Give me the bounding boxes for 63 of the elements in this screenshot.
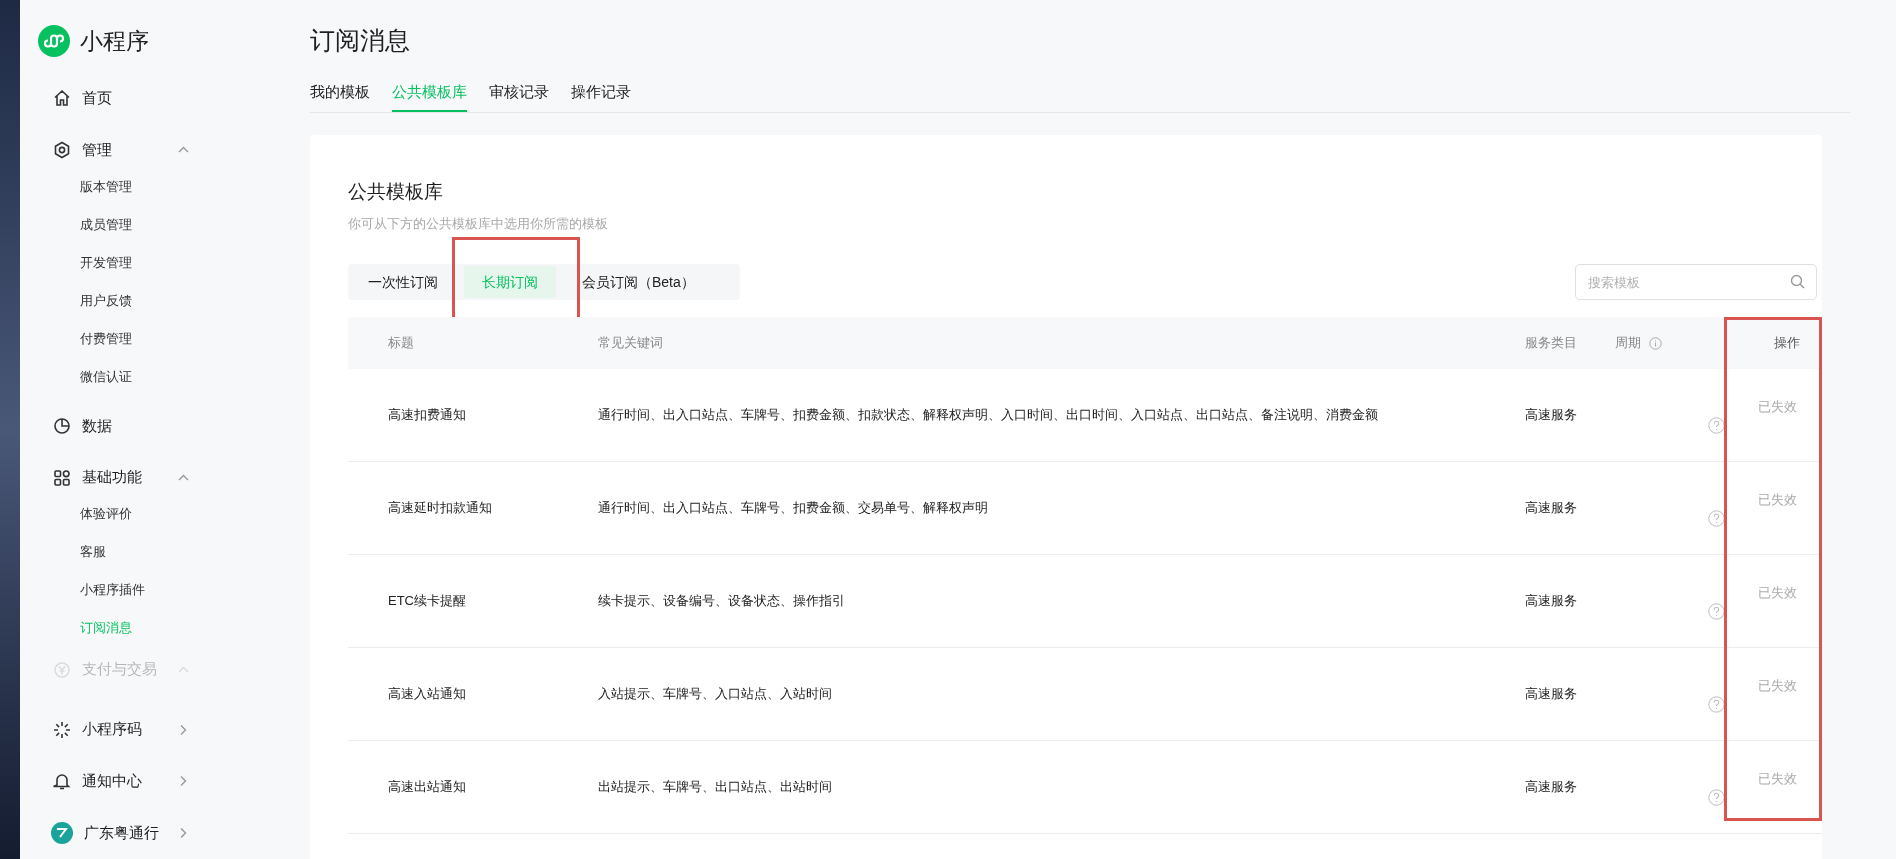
app-title: 小程序 xyxy=(80,27,149,56)
column-header: 服务类目 xyxy=(1525,335,1577,351)
sidebar-item[interactable]: 通知中心 xyxy=(20,755,290,808)
sidebar-subitem[interactable]: 付费管理 xyxy=(20,319,132,358)
table-cell: 续卡提示、设备编号、设备状态、操作指引 xyxy=(598,593,845,609)
table-cell: 入站提示、车牌号、入口站点、入站时间 xyxy=(598,686,832,702)
status-text: 已失效 xyxy=(1758,771,1797,787)
avatar-icon xyxy=(51,822,73,845)
help-icon[interactable] xyxy=(1708,416,1725,434)
table-cell: 高速扣费通知 xyxy=(388,407,466,423)
table-cell: ETC续卡提醒 xyxy=(388,593,466,609)
section-title: 公共模板库 xyxy=(348,179,443,204)
status-text: 已失效 xyxy=(1758,492,1797,508)
status-text: 已失效 xyxy=(1758,399,1797,415)
table-cell: 高速延时扣款通知 xyxy=(388,500,492,516)
sidebar-subitem[interactable]: 客服 xyxy=(20,533,106,572)
column-header: 操作 xyxy=(1774,335,1800,351)
table-cell: 高速服务 xyxy=(1525,779,1577,795)
sidebar-item[interactable]: 小程序码 xyxy=(20,703,290,756)
table-cell: 高速服务 xyxy=(1525,407,1577,423)
table-cell: 出站提示、车牌号、出口站点、出站时间 xyxy=(598,779,832,795)
segment-tab[interactable]: 会员订阅（Beta） xyxy=(564,266,713,298)
table-cell: 高速服务 xyxy=(1525,593,1577,609)
sparkle-icon xyxy=(53,720,71,739)
grid-icon xyxy=(53,468,71,487)
sidebar-item[interactable]: 首页 xyxy=(20,72,290,125)
coin-icon xyxy=(53,660,71,679)
page-title: 订阅消息 xyxy=(310,25,410,56)
help-icon[interactable] xyxy=(1708,695,1725,713)
help-icon[interactable] xyxy=(1708,509,1725,527)
column-header: 标题 xyxy=(388,335,414,351)
table-cell: 通行时间、出入口站点、车牌号、扣费金额、交易单号、解释权声明 xyxy=(598,500,988,516)
sidebar-subitem[interactable]: 小程序插件 xyxy=(20,571,145,610)
section-description: 你可从下方的公共模板库中选用你所需的模板 xyxy=(348,214,608,233)
bell-icon xyxy=(53,772,71,791)
tab[interactable]: 操作记录 xyxy=(571,81,631,112)
search-field[interactable]: 搜索模板 xyxy=(1575,264,1817,300)
table-cell: 高速服务 xyxy=(1525,686,1577,702)
sidebar-subitem[interactable]: 微信认证 xyxy=(20,357,132,396)
help-icon[interactable] xyxy=(1708,602,1725,620)
home-icon xyxy=(53,89,71,108)
column-header: 周期 xyxy=(1615,334,1641,353)
tab[interactable]: 审核记录 xyxy=(489,81,549,112)
status-text: 已失效 xyxy=(1758,678,1797,694)
sidebar-item[interactable]: 数据 xyxy=(20,399,290,452)
table-cell: 高速入站通知 xyxy=(388,686,466,702)
pie-chart-icon xyxy=(53,416,71,435)
sidebar-item[interactable]: 广东粤通行 xyxy=(20,807,290,859)
tab[interactable]: 我的模板 xyxy=(310,81,370,112)
help-icon[interactable] xyxy=(1708,788,1725,806)
logo-icon xyxy=(38,25,70,58)
info-icon xyxy=(1649,336,1662,350)
hexagon-icon xyxy=(53,141,71,160)
segment-tab[interactable]: 一次性订阅 xyxy=(350,266,456,298)
sidebar-subitem[interactable]: 用户反馈 xyxy=(20,281,132,320)
table-cell: 高速服务 xyxy=(1525,500,1577,516)
table-cell: 通行时间、出入口站点、车牌号、扣费金额、扣款状态、解释权声明、入口时间、出口时间、入口站点、出口站点、备注说明、消费金额 xyxy=(598,407,1378,423)
search-icon xyxy=(1790,274,1805,289)
table-cell: 高速出站通知 xyxy=(388,779,466,795)
column-header: 常见关键词 xyxy=(598,335,663,351)
sidebar-subitem[interactable]: 开发管理 xyxy=(20,243,132,282)
status-text: 已失效 xyxy=(1758,585,1797,601)
sidebar-subitem[interactable]: 成员管理 xyxy=(20,205,132,244)
